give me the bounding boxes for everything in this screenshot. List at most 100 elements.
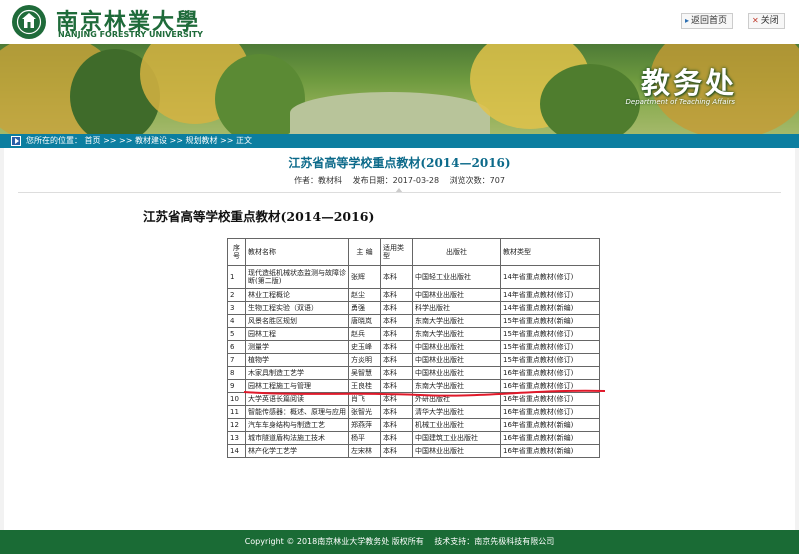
divider: [18, 192, 781, 193]
table-cell: 16年省重点教材(新编): [500, 444, 600, 458]
table-cell: 本科: [380, 366, 413, 380]
table-cell: 中国林业出版社: [412, 340, 501, 354]
table-cell: 本科: [380, 314, 413, 328]
table-row: 5 园林工程 赵兵 本科 东南大学出版社 15年省重点教材(修订): [227, 327, 600, 341]
table-cell: 中国林业出版社: [412, 444, 501, 458]
footer-support: 技术支持：南京先极科技有限公司: [434, 537, 555, 546]
table-cell: 9: [227, 379, 246, 393]
table-cell: 方炎明: [348, 353, 381, 367]
table-row: 4 风景名胜区规划 唐晓岚 本科 东南大学出版社 15年省重点教材(新编): [227, 314, 600, 328]
breadcrumb-category-link[interactable]: 规划教材: [186, 136, 218, 145]
table-cell: 史玉峰: [348, 340, 381, 354]
table-cell: 15年省重点教材(修订): [500, 327, 600, 341]
table-cell: 林产化学工艺学: [245, 444, 349, 458]
office-title: 教务处: [640, 66, 737, 100]
table-cell: 机械工业出版社: [412, 418, 501, 432]
breadcrumb-home-link[interactable]: 首页: [85, 136, 101, 145]
table-row: 8 木家具制造工艺学 吴智慧 本科 中国林业出版社 16年省重点教材(修订): [227, 366, 600, 380]
table-cell: 本科: [380, 379, 413, 393]
breadcrumb-section-link[interactable]: 教材建设: [135, 136, 167, 145]
table-row: 11 智能传感器：概述、原理与应用 张智光 本科 清华大学出版社 16年省重点教材(修订): [227, 405, 600, 419]
breadcrumb: 您所在的位置： 首页 >> >> 教材建设 >> 规划教材 >> 正文: [0, 134, 799, 148]
header-cell: 教材类型: [500, 238, 600, 266]
table-cell: 东南大学出版社: [412, 379, 501, 393]
table-cell: 中国轻工业出版社: [412, 265, 501, 289]
table-cell: 智能传感器：概述、原理与应用: [245, 405, 349, 419]
table-cell: 14年省重点教材(新编): [500, 301, 600, 315]
footer-copyright: Copyright © 2018南京林业大学教务处 版权所有: [244, 537, 424, 546]
table-cell: 16年省重点教材(修订): [500, 366, 600, 380]
table-cell: 城市隧道盾构法施工技术: [245, 431, 349, 445]
close-button[interactable]: ✕ 关闭: [748, 13, 785, 29]
location-icon: [11, 136, 21, 146]
site-header: 南京林業大學 NANJING FORESTRY UNIVERSITY ▸ 返回首页…: [0, 0, 799, 44]
table-cell: 8: [227, 366, 246, 380]
table-cell: 本科: [380, 288, 413, 302]
table-cell: 现代造纸机械状态监测与故障诊断(第二版): [245, 265, 349, 289]
table-cell: 园林工程: [245, 327, 349, 341]
table-cell: 中国林业出版社: [412, 288, 501, 302]
table-cell: 14年省重点教材(修订): [500, 288, 600, 302]
table-cell: 15年省重点教材(修订): [500, 340, 600, 354]
table-cell: 测量学: [245, 340, 349, 354]
header-cell: 出版社: [412, 238, 501, 266]
table-cell: 左宋林: [348, 444, 381, 458]
table-cell: 肖飞: [348, 392, 381, 406]
table-row: 3 生物工程实验（双语） 勇强 本科 科学出版社 14年省重点教材(新编): [227, 301, 600, 315]
table-cell: 王良桂: [348, 379, 381, 393]
table-cell: 吴智慧: [348, 366, 381, 380]
close-icon: ✕: [752, 16, 759, 25]
table-cell: 本科: [380, 340, 413, 354]
school-name-en: NANJING FORESTRY UNIVERSITY: [58, 30, 203, 39]
table-cell: 本科: [380, 353, 413, 367]
table-cell: 外研出版社: [412, 392, 501, 406]
table-cell: 东南大学出版社: [412, 314, 501, 328]
article-meta: 作者：教材科 发布日期：2017-03-28 浏览次数：707: [4, 175, 795, 186]
table-cell: 大学英语长篇阅读: [245, 392, 349, 406]
table-cell: 4: [227, 314, 246, 328]
textbook-table: 序号 教材名称 主 编 适用类型 出版社 教材类型 1 现代造纸机械状态监测与故障…: [227, 238, 600, 458]
table-cell: 2: [227, 288, 246, 302]
table-cell: 本科: [380, 301, 413, 315]
table-row: 7 植物学 方炎明 本科 中国林业出版社 15年省重点教材(修订): [227, 353, 600, 367]
table-cell: 生物工程实验（双语）: [245, 301, 349, 315]
body-title: 江苏省高等学校重点教材(2014—2016): [143, 209, 375, 224]
table-cell: 本科: [380, 444, 413, 458]
table-row: 14 林产化学工艺学 左宋林 本科 中国林业出版社 16年省重点教材(新编): [227, 444, 600, 458]
table-cell: 3: [227, 301, 246, 315]
table-cell: 赵尘: [348, 288, 381, 302]
table-cell: 唐晓岚: [348, 314, 381, 328]
table-cell: 杨平: [348, 431, 381, 445]
table-row: 9 园林工程施工与管理 王良桂 本科 东南大学出版社 16年省重点教材(修订): [227, 379, 600, 393]
arrow-right-icon: ▸: [685, 16, 690, 25]
table-cell: 赵兵: [348, 327, 381, 341]
table-cell: 清华大学出版社: [412, 405, 501, 419]
table-cell: 郑燕萍: [348, 418, 381, 432]
table-row: 6 测量学 史玉峰 本科 中国林业出版社 15年省重点教材(修订): [227, 340, 600, 354]
table-cell: 1: [227, 265, 246, 289]
table-cell: 植物学: [245, 353, 349, 367]
university-emblem-icon[interactable]: [12, 5, 46, 39]
table-cell: 张辉: [348, 265, 381, 289]
campus-plaza: [290, 92, 490, 134]
table-header-row: 序号 教材名称 主 编 适用类型 出版社 教材类型: [227, 238, 600, 266]
article-title: 江苏省高等学校重点教材(2014—2016): [288, 156, 511, 170]
breadcrumb-current: 正文: [236, 136, 252, 145]
table-cell: 本科: [380, 327, 413, 341]
table-cell: 12: [227, 418, 246, 432]
table-cell: 林业工程概论: [245, 288, 349, 302]
header-cell: 适用类型: [380, 238, 413, 266]
table-cell: 5: [227, 327, 246, 341]
table-cell: 勇强: [348, 301, 381, 315]
table-cell: 16年省重点教材(修订): [500, 379, 600, 393]
table-cell: 风景名胜区规划: [245, 314, 349, 328]
table-cell: 16年省重点教材(修订): [500, 392, 600, 406]
return-home-button[interactable]: ▸ 返回首页: [681, 13, 734, 29]
table-cell: 张智光: [348, 405, 381, 419]
table-row: 10 大学英语长篇阅读 肖飞 本科 外研出版社 16年省重点教材(修订): [227, 392, 600, 406]
table-cell: 15年省重点教材(新编): [500, 314, 600, 328]
table-cell: 14: [227, 444, 246, 458]
article-date: 发布日期：2017-03-28: [352, 176, 440, 185]
campus-banner: 教务处 Department of Teaching Affairs: [0, 44, 799, 134]
table-cell: 6: [227, 340, 246, 354]
